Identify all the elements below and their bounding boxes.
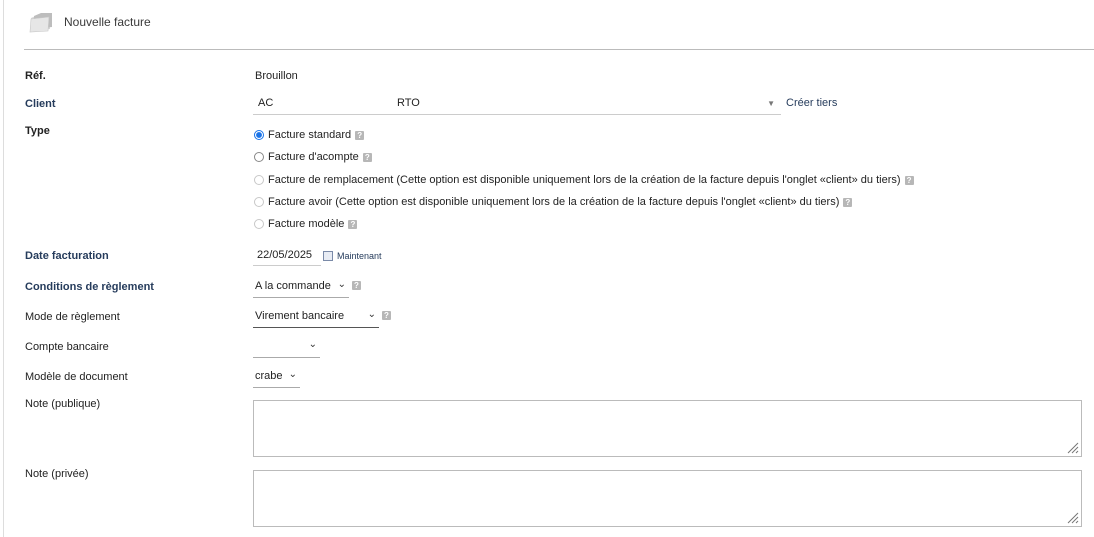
invoice-page: Nouvelle facture Réf. Brouillon Client A…	[0, 0, 1094, 537]
create-third-party-link[interactable]: Créer tiers	[786, 97, 837, 109]
type-option-label: Facture avoir (Cette option est disponib…	[268, 196, 840, 208]
radio-button	[254, 197, 264, 207]
note-private-textarea[interactable]	[253, 470, 1082, 527]
date-value: 22/05/2025	[257, 249, 313, 261]
type-option-label: Facture modèle	[268, 218, 345, 230]
date-input[interactable]: 22/05/2025	[253, 246, 321, 266]
resize-grip-icon[interactable]	[1067, 442, 1079, 454]
note-private-label: Note (privée)	[25, 468, 89, 480]
date-label: Date facturation	[25, 250, 109, 262]
doc-model-select[interactable]: crabe ⌄	[253, 367, 300, 388]
help-icon: ?	[362, 152, 372, 162]
type-option-replacement: Facture de remplacement (Cette option es…	[254, 174, 914, 186]
type-option-label: Facture d'acompte	[268, 151, 359, 163]
client-select[interactable]: AC RTO ▼	[253, 94, 781, 115]
chevron-down-icon: ⌄	[288, 369, 297, 380]
ref-label: Réf.	[25, 70, 46, 82]
payment-mode-label: Mode de règlement	[25, 311, 120, 323]
payment-terms-label: Conditions de règlement	[25, 281, 154, 293]
type-option-deposit[interactable]: Facture d'acompte ?	[254, 151, 372, 163]
help-icon: ?	[355, 130, 365, 140]
folder-icon	[29, 13, 52, 33]
help-icon: ?	[382, 311, 391, 320]
payment-mode-select[interactable]: Virement bancaire ⌄	[253, 307, 379, 328]
resize-grip-icon[interactable]	[1067, 512, 1079, 524]
help-icon: ?	[843, 197, 853, 207]
type-option-standard[interactable]: Facture standard ?	[254, 129, 365, 141]
note-public-textarea[interactable]	[253, 400, 1082, 457]
radio-button[interactable]	[254, 152, 264, 162]
left-border	[3, 0, 4, 537]
radio-button	[254, 219, 264, 229]
client-label: Client	[25, 98, 56, 110]
payment-mode-value: Virement bancaire	[255, 310, 345, 322]
help-icon: ?	[904, 175, 914, 185]
type-label: Type	[25, 125, 50, 137]
radio-button[interactable]	[254, 130, 264, 140]
note-public-label: Note (publique)	[25, 398, 101, 410]
help-icon: ?	[348, 219, 358, 229]
type-option-label: Facture de remplacement (Cette option es…	[268, 174, 901, 186]
type-option-template: Facture modèle ?	[254, 218, 358, 230]
client-value-end: RTO	[397, 97, 420, 109]
doc-model-value: crabe	[255, 370, 283, 382]
ref-value: Brouillon	[255, 70, 298, 82]
doc-model-label: Modèle de document	[25, 371, 128, 383]
header-divider	[24, 49, 1094, 50]
dropdown-arrow-icon: ▼	[767, 99, 775, 108]
type-option-label: Facture standard	[268, 129, 352, 141]
now-link[interactable]: Maintenant	[337, 251, 382, 261]
bank-account-label: Compte bancaire	[25, 341, 109, 353]
payment-terms-value: A la commande	[255, 280, 331, 292]
page-header: Nouvelle facture	[28, 8, 151, 36]
calendar-icon[interactable]	[323, 251, 333, 261]
payment-terms-select[interactable]: A la commande ⌄	[253, 277, 349, 298]
page-title: Nouvelle facture	[64, 15, 151, 29]
help-icon: ?	[352, 281, 361, 290]
radio-button	[254, 175, 264, 185]
client-value-start: AC	[258, 97, 274, 109]
bank-account-select[interactable]: ⌄	[253, 337, 320, 358]
chevron-down-icon: ⌄	[337, 279, 346, 290]
chevron-down-icon: ⌄	[367, 309, 376, 320]
type-option-credit-note: Facture avoir (Cette option est disponib…	[254, 196, 853, 208]
chevron-down-icon: ⌄	[308, 339, 317, 350]
